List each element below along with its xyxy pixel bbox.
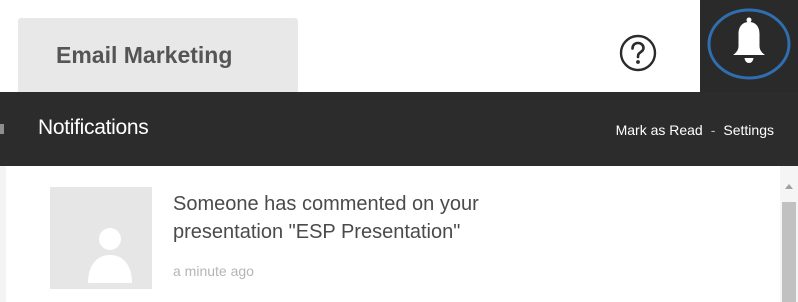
scrollbar-thumb[interactable] [782, 202, 796, 302]
scroll-up-arrow[interactable] [780, 180, 798, 192]
question-circle-icon [619, 34, 656, 71]
panel-edge-marker [0, 124, 4, 134]
actions-separator: - [710, 122, 716, 138]
notifications-actions: Mark as Read - Settings [616, 122, 774, 138]
tab-label: Email Marketing [56, 41, 233, 68]
mark-as-read-link[interactable]: Mark as Read [616, 122, 703, 138]
notifications-header: Notifications Mark as Read - Settings [0, 92, 798, 166]
notification-message: Someone has commented on your presentati… [173, 193, 479, 243]
avatar [50, 187, 152, 289]
help-button[interactable] [616, 31, 659, 74]
user-placeholder-icon [88, 228, 132, 283]
notifications-title: Notifications [38, 116, 149, 139]
notification-item[interactable]: Someone has commented on your presentati… [0, 166, 780, 302]
settings-link[interactable]: Settings [723, 122, 774, 138]
notifications-list: Someone has commented on your presentati… [0, 166, 798, 302]
notifications-bell-button[interactable] [700, 0, 798, 92]
top-bar: Email Marketing [0, 0, 798, 92]
caret-up-icon [785, 184, 793, 189]
vertical-scrollbar[interactable] [780, 166, 798, 302]
notification-timestamp: a minute ago [173, 263, 254, 279]
tab-email-marketing[interactable]: Email Marketing [18, 18, 298, 92]
bell-icon [707, 8, 791, 80]
